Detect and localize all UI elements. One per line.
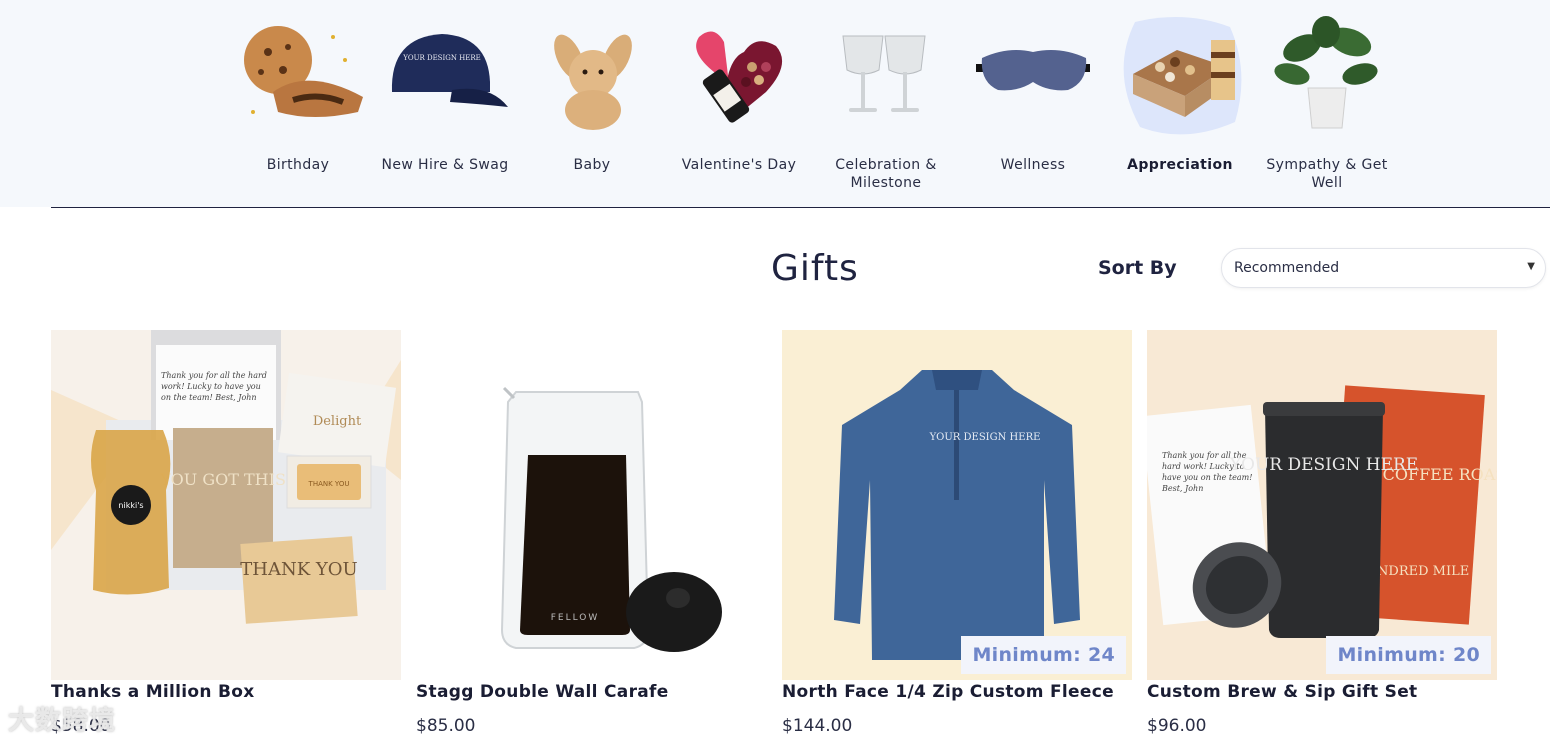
category-label: Valentine's Day xyxy=(681,157,797,173)
product-price: $144.00 xyxy=(782,716,853,736)
category-new-hire-swag[interactable]: YOUR DESIGN HERE New Hire & Swag xyxy=(375,12,515,174)
svg-text:THANK YOU: THANK YOU xyxy=(308,480,350,488)
category-label: New Hire & Swag xyxy=(381,157,509,173)
product-card[interactable]: Thank you for all the hard work! Lucky t… xyxy=(51,330,401,736)
divider xyxy=(51,207,1550,208)
product-image[interactable]: YOUR DESIGN HERE Minimum: 24 xyxy=(782,330,1132,680)
category-label: Sympathy & Get Well xyxy=(1266,157,1388,191)
category-birthday[interactable]: Birthday xyxy=(228,12,368,174)
cookies-icon xyxy=(233,12,363,142)
coupe-glasses-icon xyxy=(821,12,951,142)
svg-text:nikki's: nikki's xyxy=(118,501,143,510)
page-title: Gifts xyxy=(771,248,859,289)
chevron-down-icon: ▼ xyxy=(1527,261,1535,272)
category-label: Celebration & Milestone xyxy=(835,157,937,191)
category-baby[interactable]: Baby xyxy=(522,12,662,174)
category-label: Wellness xyxy=(1000,157,1066,173)
product-price: $85.00 xyxy=(416,716,476,736)
category-sympathy-get-well[interactable]: Sympathy & Get Well xyxy=(1257,12,1397,192)
plush-bunny-icon xyxy=(527,12,657,142)
product-image[interactable]: FELLOW xyxy=(416,330,766,680)
product-card[interactable]: YOUR DESIGN HERE Minimum: 24 North Face … xyxy=(782,330,1132,736)
watermark: 大数跨境 xyxy=(8,706,117,736)
treat-box-icon xyxy=(1115,12,1245,142)
category-label: Birthday xyxy=(266,157,330,173)
svg-text:YOUR DESIGN HERE: YOUR DESIGN HERE xyxy=(402,54,481,62)
category-appreciation[interactable]: Appreciation xyxy=(1110,12,1250,174)
product-image[interactable]: Thank you for all the hard work! Lucky t… xyxy=(1147,330,1497,680)
svg-text:THANK YOU: THANK YOU xyxy=(240,559,357,580)
product-name[interactable]: Stagg Double Wall Carafe xyxy=(416,682,766,702)
sort-label: Sort By xyxy=(1098,257,1177,279)
category-celebration-milestone[interactable]: Celebration & Milestone xyxy=(816,12,956,192)
product-card[interactable]: Thank you for all the hard work! Lucky t… xyxy=(1147,330,1497,736)
sort-select[interactable]: Recommended ▼ xyxy=(1221,248,1546,288)
svg-text:FELLOW: FELLOW xyxy=(551,613,600,623)
category-wellness[interactable]: Wellness xyxy=(963,12,1103,174)
baseball-cap-icon: YOUR DESIGN HERE xyxy=(380,12,510,142)
minimum-badge: Minimum: 24 xyxy=(961,636,1126,674)
svg-text:YOU GOT THIS: YOU GOT THIS xyxy=(159,470,286,489)
sort-value: Recommended xyxy=(1234,260,1340,276)
minimum-badge: Minimum: 20 xyxy=(1326,636,1491,674)
potted-plant-icon xyxy=(1262,12,1392,142)
product-card[interactable]: FELLOW Stagg Double Wall Carafe $85.00 xyxy=(416,330,766,736)
heart-box-wine-icon xyxy=(674,12,804,142)
sleep-mask-icon xyxy=(968,12,1098,142)
product-price: $96.00 xyxy=(1147,716,1207,736)
category-label: Appreciation xyxy=(1127,157,1233,173)
product-name[interactable]: North Face 1/4 Zip Custom Fleece xyxy=(782,682,1132,702)
svg-text:YOUR DESIGN HERE: YOUR DESIGN HERE xyxy=(1229,455,1418,475)
product-name[interactable]: Thanks a Million Box xyxy=(51,682,401,702)
svg-text:Delight: Delight xyxy=(313,414,362,429)
category-valentines-day[interactable]: Valentine's Day xyxy=(669,12,809,174)
product-image[interactable]: Thank you for all the hard work! Lucky t… xyxy=(51,330,401,680)
svg-text:YOUR DESIGN HERE: YOUR DESIGN HERE xyxy=(929,432,1041,443)
category-label: Baby xyxy=(573,157,611,173)
product-name[interactable]: Custom Brew & Sip Gift Set xyxy=(1147,682,1497,702)
